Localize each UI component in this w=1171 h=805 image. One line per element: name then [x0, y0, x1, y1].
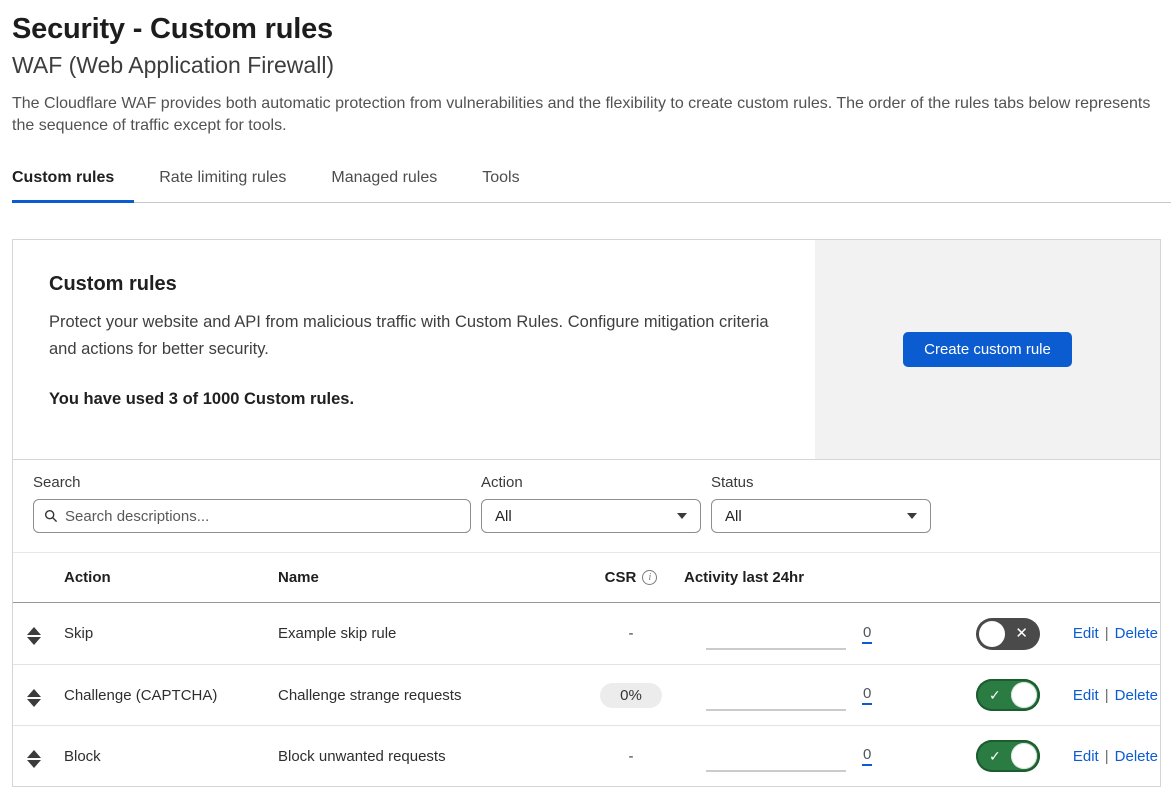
info-icon[interactable]	[642, 570, 657, 585]
action-select[interactable]: All	[481, 499, 701, 533]
sparkline-baseline	[706, 648, 846, 650]
rules-tabs: Custom rules Rate limiting rules Managed…	[12, 163, 1171, 203]
toggle-knob	[979, 621, 1005, 647]
page: Security - Custom rules WAF (Web Applica…	[0, 0, 1171, 805]
drag-handle-icon[interactable]	[27, 689, 41, 707]
activity-count-link[interactable]: 0	[862, 746, 872, 766]
csr-column-header: CSR	[578, 569, 684, 586]
rule-enabled-toggle[interactable]	[976, 618, 1040, 650]
tab-custom-rules[interactable]: Custom rules	[12, 163, 134, 203]
promo-description: Protect your website and API from malici…	[49, 309, 779, 363]
rules-usage-count: You have used 3 of 1000 Custom rules.	[49, 390, 779, 409]
content: Security - Custom rules WAF (Web Applica…	[0, 0, 1171, 787]
table-row: Block Block unwanted requests - 0 Edit | D…	[13, 725, 1160, 786]
action-select-value: All	[495, 508, 512, 525]
rule-enabled-toggle[interactable]	[976, 740, 1040, 772]
csr-value: 0%	[600, 683, 662, 708]
promo-text: Custom rules Protect your website and AP…	[13, 240, 815, 459]
chevron-down-icon	[677, 513, 687, 519]
search-label: Search	[33, 474, 471, 491]
rule-action: Skip	[64, 625, 278, 642]
rule-name: Example skip rule	[278, 625, 578, 642]
activity-count-link[interactable]: 0	[862, 685, 872, 705]
activity-sparkline	[684, 726, 862, 786]
search-box[interactable]	[33, 499, 471, 533]
activity-sparkline	[684, 603, 862, 664]
action-filter: Action All	[481, 474, 701, 533]
tab-managed-rules[interactable]: Managed rules	[331, 163, 457, 203]
tab-tools[interactable]: Tools	[482, 163, 539, 203]
custom-rules-promo: Custom rules Protect your website and AP…	[13, 240, 1160, 460]
create-custom-rule-button[interactable]: Create custom rule	[903, 332, 1072, 367]
csr-value: -	[629, 625, 634, 642]
status-filter-label: Status	[711, 474, 931, 491]
delete-rule-link[interactable]: Delete	[1115, 625, 1158, 642]
chevron-down-icon	[907, 513, 917, 519]
toggle-knob	[1011, 743, 1037, 769]
status-filter: Status All	[711, 474, 931, 533]
activity-column-header: Activity last 24hr	[684, 569, 862, 586]
rule-name: Block unwanted requests	[278, 748, 578, 765]
search-filter: Search	[33, 474, 471, 533]
action-filter-label: Action	[481, 474, 701, 491]
toggle-state-icon	[989, 679, 1001, 711]
delete-rule-link[interactable]: Delete	[1115, 687, 1158, 704]
page-title: Security - Custom rules	[12, 0, 1161, 46]
csr-value: -	[629, 748, 634, 765]
toggle-state-icon	[1015, 618, 1028, 650]
link-separator: |	[1105, 748, 1109, 765]
activity-count-link[interactable]: 0	[862, 624, 872, 644]
status-select[interactable]: All	[711, 499, 931, 533]
table-row: Skip Example skip rule - 0 Edit | Delete	[13, 603, 1160, 664]
link-separator: |	[1105, 687, 1109, 704]
edit-rule-link[interactable]: Edit	[1073, 625, 1099, 642]
edit-rule-link[interactable]: Edit	[1073, 687, 1099, 704]
rule-enabled-toggle[interactable]	[976, 679, 1040, 711]
custom-rules-card: Custom rules Protect your website and AP…	[12, 239, 1161, 787]
table-header: Action Name CSR Activity last 24hr	[13, 552, 1160, 603]
csr-header-label: CSR	[605, 569, 637, 586]
delete-rule-link[interactable]: Delete	[1115, 748, 1158, 765]
promo-heading: Custom rules	[49, 273, 779, 296]
rule-name: Challenge strange requests	[278, 687, 578, 704]
rule-action: Challenge (CAPTCHA)	[64, 687, 278, 704]
sparkline-baseline	[706, 709, 846, 711]
toggle-knob	[1011, 682, 1037, 708]
search-input[interactable]	[65, 508, 460, 525]
promo-action-panel: Create custom rule	[815, 240, 1160, 459]
status-select-value: All	[725, 508, 742, 525]
sparkline-baseline	[706, 770, 846, 772]
page-subtitle: WAF (Web Application Firewall)	[12, 52, 1161, 79]
edit-rule-link[interactable]: Edit	[1073, 748, 1099, 765]
search-icon	[44, 509, 58, 523]
link-separator: |	[1105, 625, 1109, 642]
action-column-header: Action	[64, 569, 278, 586]
activity-sparkline	[684, 665, 862, 725]
rule-action: Block	[64, 748, 278, 765]
filters-bar: Search Action All	[13, 460, 1160, 552]
drag-handle-icon[interactable]	[27, 750, 41, 768]
page-description: The Cloudflare WAF provides both automat…	[12, 93, 1161, 137]
tab-rate-limiting-rules[interactable]: Rate limiting rules	[159, 163, 306, 203]
drag-handle-icon[interactable]	[27, 627, 41, 645]
name-column-header: Name	[278, 569, 578, 586]
table-row: Challenge (CAPTCHA) Challenge strange re…	[13, 664, 1160, 725]
toggle-state-icon	[989, 740, 1001, 772]
